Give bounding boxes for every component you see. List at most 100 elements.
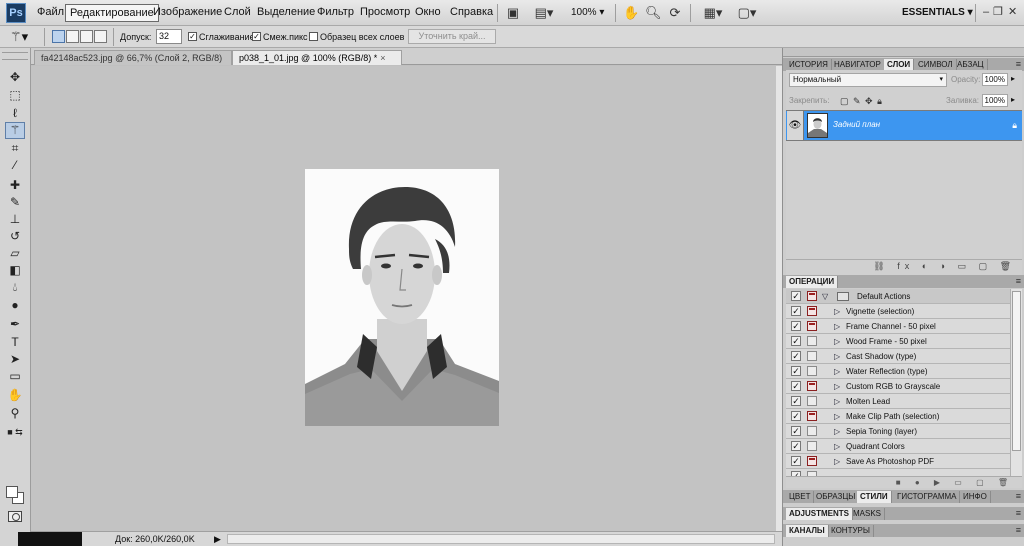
new-selection-mode[interactable] xyxy=(52,30,65,43)
dialog-toggle[interactable] xyxy=(807,381,817,391)
action-row[interactable]: ✓ ▷ Cast Shadow (type) xyxy=(786,349,1010,364)
tab-info[interactable]: ИНФО xyxy=(960,491,991,503)
tolerance-input[interactable]: 32 xyxy=(156,29,182,44)
actions-footer-icons[interactable]: ■ ● ▶ ▭ ▢ 🗑︎ xyxy=(786,476,1022,488)
expand-triangle-icon[interactable]: ▷ xyxy=(834,396,840,407)
action-toggle-checkbox[interactable]: ✓ xyxy=(791,396,801,406)
status-zoom-field[interactable] xyxy=(18,532,82,546)
expand-triangle-icon[interactable]: ▷ xyxy=(834,351,840,362)
expand-triangle-icon[interactable]: ▷ xyxy=(834,336,840,347)
dialog-toggle[interactable] xyxy=(807,306,817,316)
contiguous-checkbox[interactable]: ✓ xyxy=(252,32,261,41)
lock-icons[interactable]: ▢ ✎ ✥ 🔒︎ xyxy=(840,95,883,107)
action-toggle-checkbox[interactable]: ✓ xyxy=(791,441,801,451)
magic-wand-tool-icon[interactable]: ⚚ xyxy=(5,122,25,139)
sample-all-layers-checkbox[interactable] xyxy=(309,32,318,41)
layer-row[interactable]: 👁︎ Задний план 🔒︎ xyxy=(786,110,1022,141)
expand-triangle-icon[interactable]: ▷ xyxy=(834,411,840,422)
tab-styles[interactable]: СТИЛИ xyxy=(857,491,892,503)
action-row[interactable]: ✓ ▷ Vignette (selection) xyxy=(786,304,1010,319)
tab-actions[interactable]: ОПЕРАЦИИ xyxy=(786,276,839,288)
expand-triangle-icon[interactable]: ▷ xyxy=(834,441,840,452)
tab-masks[interactable]: MASKS xyxy=(850,508,886,520)
workspace-switcher[interactable]: ESSENTIALS ▾ xyxy=(902,5,973,21)
bridge-icon[interactable]: ▣ xyxy=(505,5,521,21)
shape-tool-icon[interactable]: ▭ xyxy=(5,368,25,385)
scrollbar-thumb[interactable] xyxy=(1012,291,1021,451)
expand-triangle-icon[interactable]: ▷ xyxy=(834,306,840,317)
eyedropper-tool-icon[interactable]: ⁄ xyxy=(5,157,25,174)
menu-image[interactable]: Изображение xyxy=(149,4,226,22)
expand-triangle-icon[interactable]: ▷ xyxy=(834,456,840,467)
action-set-row[interactable]: ✓ ▽ Default Actions xyxy=(786,289,1010,304)
healing-brush-tool-icon[interactable]: ✚ xyxy=(5,177,25,194)
screen-mode-icon[interactable]: ▢▾ xyxy=(734,5,760,21)
move-tool-icon[interactable]: ✥ xyxy=(5,69,25,86)
tab-channels[interactable]: КАНАЛЫ xyxy=(786,525,829,537)
toolbox-grip[interactable] xyxy=(2,52,28,60)
action-toggle-checkbox[interactable]: ✓ xyxy=(791,291,801,301)
actions-scrollbar[interactable] xyxy=(1010,289,1022,476)
menu-edit[interactable]: Редактирование xyxy=(65,4,159,22)
hand-tool-icon[interactable]: ✋ xyxy=(5,387,25,404)
menu-layer[interactable]: Слой xyxy=(220,4,255,22)
lasso-tool-icon[interactable]: ℓ xyxy=(5,105,25,122)
blend-mode-select[interactable]: Нормальный ▾ xyxy=(789,73,947,87)
restore-icon[interactable]: ❐ xyxy=(993,5,1003,19)
tab-swatches[interactable]: ОБРАЗЦЫ xyxy=(813,491,860,503)
opacity-arrow-icon[interactable]: ▸ xyxy=(1011,73,1015,85)
action-toggle-checkbox[interactable]: ✓ xyxy=(791,426,801,436)
tab-paths[interactable]: КОНТУРЫ xyxy=(828,525,874,537)
canvas[interactable] xyxy=(31,66,776,531)
status-menu-arrow-icon[interactable]: ▶ xyxy=(214,533,221,545)
quick-mask-icon[interactable] xyxy=(8,511,22,522)
panel-menu-icon[interactable]: ≡ xyxy=(1016,490,1021,502)
magic-wand-preset-icon[interactable]: ⚚▾ xyxy=(10,29,28,44)
path-selection-tool-icon[interactable]: ➤ xyxy=(5,351,25,368)
layers-footer-icons[interactable]: ⛓ fx ◐ ◑ ▭ ▢ 🗑︎ xyxy=(786,259,1022,273)
menu-filter[interactable]: Фильтр xyxy=(313,4,358,22)
hand-tool-icon[interactable]: ✋ xyxy=(623,5,639,21)
action-toggle-checkbox[interactable]: ✓ xyxy=(791,351,801,361)
zoom-tool-icon[interactable]: 🔍︎ xyxy=(645,5,662,21)
foreground-color-swatch[interactable] xyxy=(6,486,18,498)
action-row[interactable]: ✓ ▷ Molten Lead xyxy=(786,394,1010,409)
action-row[interactable]: ✓ ▷ Water Reflection (type) xyxy=(786,364,1010,379)
action-row[interactable]: ✓ ▷ Wood Frame - 50 pixel xyxy=(786,334,1010,349)
refine-edge-button[interactable]: Уточнить край... xyxy=(408,29,496,44)
expand-triangle-icon[interactable]: ▷ xyxy=(834,426,840,437)
history-brush-tool-icon[interactable]: ↺ xyxy=(5,228,25,245)
fill-arrow-icon[interactable]: ▸ xyxy=(1011,94,1015,106)
menu-view[interactable]: Просмотр xyxy=(356,4,414,22)
add-selection-mode[interactable] xyxy=(66,30,79,43)
tab-document-1[interactable]: fa42148ac523.jpg @ 66,7% (Слой 2, RGB/8)… xyxy=(34,50,232,77)
default-colors-icon[interactable]: ■ ⇆ xyxy=(5,424,25,441)
tab-document-2[interactable]: p038_1_01.jpg @ 100% (RGB/8) * × xyxy=(232,50,402,65)
panel-menu-icon[interactable]: ≡ xyxy=(1016,507,1021,519)
panel-menu-icon[interactable]: ≡ xyxy=(1016,275,1021,287)
view-extras-icon[interactable]: ▤▾ xyxy=(533,5,555,21)
expand-triangle-icon[interactable]: ▷ xyxy=(834,321,840,332)
marquee-tool-icon[interactable]: ⬚ xyxy=(5,87,25,104)
antialias-checkbox[interactable]: ✓ xyxy=(188,32,197,41)
tab-adjustments[interactable]: ADJUSTMENTS xyxy=(786,508,854,520)
dialog-toggle[interactable] xyxy=(807,411,817,421)
zoom-tool-icon[interactable]: ⚲ xyxy=(5,405,25,422)
eraser-tool-icon[interactable]: ▱ xyxy=(5,245,25,262)
action-toggle-checkbox[interactable]: ✓ xyxy=(791,306,801,316)
horizontal-scrollbar[interactable] xyxy=(227,534,775,544)
intersect-selection-mode[interactable] xyxy=(94,30,107,43)
eye-icon[interactable]: 👁︎ xyxy=(787,111,804,140)
dialog-toggle[interactable] xyxy=(807,366,817,376)
panel-menu-icon[interactable]: ≡ xyxy=(1016,524,1021,536)
portrait-photo[interactable] xyxy=(305,169,499,426)
menu-file[interactable]: Файл xyxy=(33,4,68,22)
pen-tool-icon[interactable]: ✒ xyxy=(5,316,25,333)
action-row[interactable]: ✓ ▷ Custom RGB to Grayscale xyxy=(786,379,1010,394)
expand-triangle-icon[interactable]: ▷ xyxy=(834,381,840,392)
zoom-level[interactable]: 100% ▾ xyxy=(571,5,604,21)
dialog-toggle[interactable] xyxy=(807,351,817,361)
rotate-view-icon[interactable]: ⟳ xyxy=(667,5,683,21)
gradient-tool-icon[interactable]: ◧ xyxy=(5,262,25,279)
action-row[interactable]: ✓ ▷ Sepia Toning (layer) xyxy=(786,424,1010,439)
